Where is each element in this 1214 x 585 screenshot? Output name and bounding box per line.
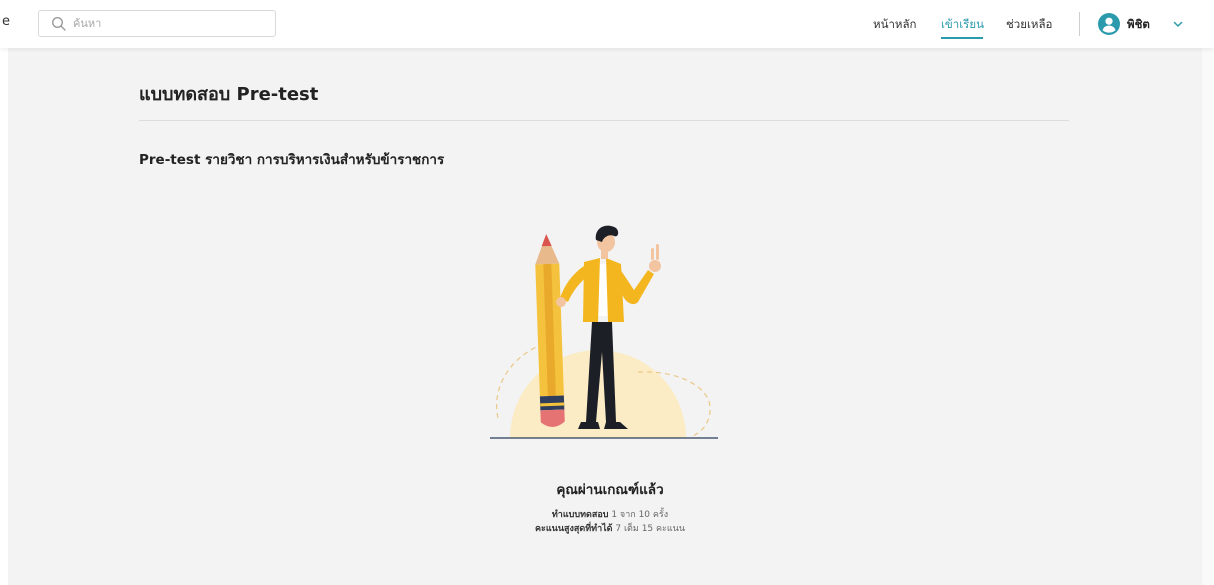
result-summary: คุณผ่านเกณฑ์แล้ว ทำแบบทดสอบ 1 จาก 10 ครั… [460, 478, 760, 536]
nav-help-link[interactable]: ช่วยเหลือ [1006, 16, 1052, 34]
search-icon [51, 16, 66, 31]
nav-learn-link[interactable]: เข้าเรียน [941, 16, 984, 34]
active-nav-indicator [941, 37, 983, 39]
top-navbar: e หน้าหลัก เข้าเรียน ช่วยเหลือ พิชิต [0, 0, 1214, 48]
score-label: คะแนนสูงสุดที่ทำได้ [535, 524, 613, 534]
passed-illustration [490, 225, 718, 439]
attempts-line: ทำแบบทดสอบ 1 จาก 10 ครั้ง [460, 508, 760, 522]
search-box[interactable] [38, 10, 276, 37]
page-title: แบบทดสอบ Pre-test [139, 84, 319, 105]
result-heading: คุณผ่านเกณฑ์แล้ว [556, 482, 664, 498]
score-value: 7 เต็ม 15 คะแนน [615, 524, 685, 534]
subject-title: Pre-test รายวิชา การบริหารเงินสำหรับข้าร… [139, 152, 445, 168]
chevron-down-icon[interactable] [1172, 18, 1184, 30]
user-avatar-icon[interactable] [1098, 13, 1120, 35]
title-divider [139, 120, 1069, 121]
attempts-value: 1 จาก 10 ครั้ง [611, 510, 669, 520]
nav-home-link[interactable]: หน้าหลัก [873, 16, 917, 34]
nav-divider [1079, 12, 1080, 36]
attempts-label: ทำแบบทดสอบ [551, 510, 609, 520]
search-input[interactable] [73, 14, 269, 33]
user-name[interactable]: พิชิต [1127, 16, 1150, 34]
score-line: คะแนนสูงสุดที่ทำได้ 7 เต็ม 15 คะแนน [460, 522, 760, 536]
brand-logo-fragment[interactable]: e [2, 14, 10, 29]
scrollbar[interactable] [1202, 48, 1214, 585]
